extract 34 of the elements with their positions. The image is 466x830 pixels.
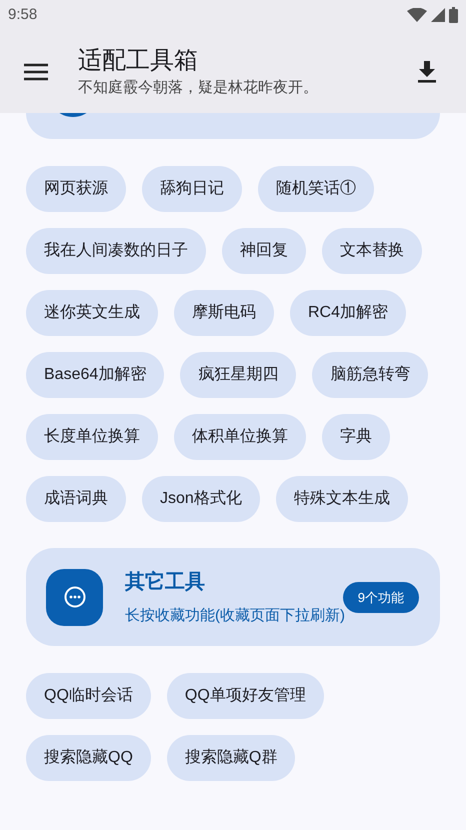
count-badge: 9个功能 [342,582,419,613]
tool-chip[interactable]: 随机笑话① [258,166,374,212]
battery-icon [449,7,458,23]
tool-chip[interactable]: 成语词典 [26,476,126,522]
tool-chip[interactable]: Base64加解密 [26,352,164,398]
app-title: 适配工具箱 [78,46,199,76]
tool-chip[interactable]: 疯狂星期四 [180,352,296,398]
app-subtitle: 不知庭霰今朝落，疑是林花昨夜开。 [78,78,319,98]
tool-chip[interactable]: 特殊文本生成 [276,476,408,522]
tool-chip[interactable]: QQ单项好友管理 [166,673,324,719]
signal-icon [431,8,445,22]
tool-chip[interactable]: 舔狗日记 [142,166,242,212]
tool-chip[interactable]: 字典 [322,414,390,460]
tool-chip[interactable]: 网页获源 [26,166,126,212]
more-icon [46,568,103,626]
tool-chip[interactable]: 体积单位换算 [174,414,306,460]
tool-chip[interactable]: 长度单位换算 [26,414,158,460]
tool-chip[interactable]: QQ临时会话 [26,673,151,719]
download-icon[interactable] [416,58,438,84]
category-card[interactable]: 其它工具 长按收藏功能(收藏页面下拉刷新) 9个功能 [26,548,440,646]
status-time: 9:58 [8,4,38,25]
category-title: 其它工具 [125,570,206,595]
category-subtitle: 长按收藏功能(收藏页面下拉刷新) [125,606,345,626]
tool-chip[interactable]: RC4加解密 [290,290,406,336]
wifi-icon [407,8,427,22]
tool-chip[interactable]: 我在人间凑数的日子 [26,228,206,274]
tool-chip[interactable]: 神回复 [222,228,306,274]
tool-chip[interactable]: Json格式化 [142,476,260,522]
tool-chip[interactable]: 脑筋急转弯 [312,352,428,398]
tool-chip[interactable]: 文本替换 [322,228,422,274]
tool-chip[interactable]: 迷你英文生成 [26,290,158,336]
tool-chip[interactable]: 摩斯电码 [174,290,274,336]
tool-chip[interactable]: 搜索隐藏Q群 [166,735,296,781]
tool-chip[interactable]: 搜索隐藏QQ [26,735,151,781]
